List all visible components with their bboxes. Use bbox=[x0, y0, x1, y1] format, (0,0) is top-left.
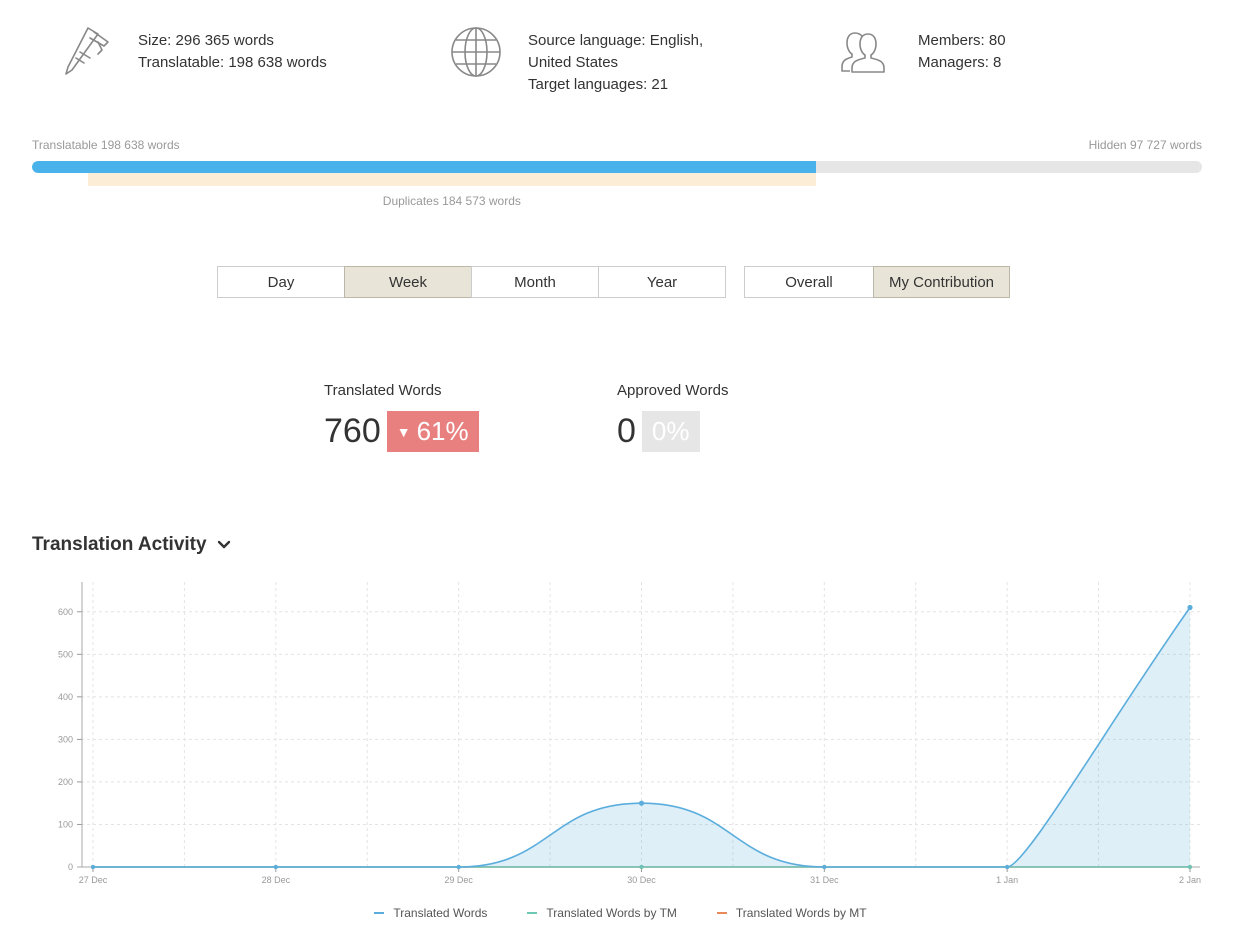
section-title: Translation Activity bbox=[32, 534, 207, 555]
activity-chart: 0 100 200 300 400 500 600 27 Dec 28 Dec 29 Dec 30 … bbox=[58, 582, 1201, 885]
progress-fill bbox=[32, 161, 817, 173]
change-percent: 61% bbox=[416, 416, 469, 446]
x-tick-label: 31 Dec bbox=[810, 875, 839, 885]
legend-swatch bbox=[716, 912, 727, 914]
data-point bbox=[1005, 865, 1010, 869]
tab-week[interactable]: Week bbox=[344, 266, 472, 298]
change-badge: 0% bbox=[641, 411, 700, 452]
data-point bbox=[638, 800, 645, 806]
chevron-down-icon[interactable] bbox=[217, 538, 231, 552]
x-tick-label: 27 Dec bbox=[79, 875, 108, 885]
x-tick-label: 29 Dec bbox=[444, 875, 473, 885]
translatable-label: Translatable 198 638 words bbox=[32, 138, 180, 152]
scope-selector: Overall My Contribution bbox=[744, 266, 1010, 298]
y-tick-label: 100 bbox=[58, 819, 73, 829]
stat-language: Source language: English, United States … bbox=[448, 24, 748, 96]
duplicates-bar bbox=[87, 173, 817, 186]
chart-legend: Translated Words Translated Words by TM … bbox=[0, 906, 1241, 920]
target-languages-text: Target languages: 21 bbox=[528, 76, 669, 93]
change-percent: 0% bbox=[651, 416, 690, 446]
users-icon bbox=[841, 32, 885, 73]
stat-size: Size: 296 365 words Translatable: 198 63… bbox=[58, 24, 327, 80]
y-tick-label: 400 bbox=[58, 692, 73, 702]
x-tick-label: 30 Dec bbox=[627, 875, 656, 885]
data-point bbox=[273, 865, 278, 869]
x-tick-label: 2 Jan bbox=[1179, 875, 1201, 885]
legend-item-translated-by-tm[interactable]: Translated Words by TM bbox=[527, 906, 677, 920]
members-text: Members: 80 bbox=[918, 32, 1006, 49]
metric-value: 0 bbox=[617, 412, 636, 450]
size-text: Size: 296 365 words bbox=[138, 32, 274, 49]
tab-overall[interactable]: Overall bbox=[744, 266, 874, 298]
tab-year[interactable]: Year bbox=[598, 266, 726, 298]
y-tick-label: 0 bbox=[68, 862, 73, 872]
legend-item-translated-by-mt[interactable]: Translated Words by MT bbox=[716, 906, 867, 920]
triangle-down-icon: ▼ bbox=[396, 423, 411, 440]
data-point bbox=[456, 865, 461, 869]
source-language-text: Source language: English, United States bbox=[528, 32, 704, 71]
metric-translated-words: Translated Words 760 ▼ 61% bbox=[324, 382, 479, 452]
caliper-icon bbox=[65, 27, 109, 75]
tab-month[interactable]: Month bbox=[471, 266, 599, 298]
x-tick-label: 28 Dec bbox=[262, 875, 291, 885]
data-point bbox=[1187, 604, 1193, 611]
tab-my-contribution[interactable]: My Contribution bbox=[873, 266, 1010, 298]
y-tick-label: 200 bbox=[58, 777, 73, 787]
y-tick-label: 500 bbox=[58, 649, 73, 659]
x-tick-label: 1 Jan bbox=[996, 875, 1018, 885]
metric-approved-words: Approved Words 0 0% bbox=[617, 382, 728, 452]
legend-item-translated-words[interactable]: Translated Words bbox=[374, 906, 487, 920]
progress-labels: Translatable 198 638 words Hidden 97 727… bbox=[32, 138, 1202, 152]
hidden-label: Hidden 97 727 words bbox=[1088, 138, 1202, 152]
y-tick-label: 600 bbox=[58, 607, 73, 617]
legend-swatch bbox=[374, 912, 385, 914]
tab-day[interactable]: Day bbox=[217, 266, 345, 298]
stat-members: Members: 80 Managers: 8 bbox=[838, 24, 1006, 80]
metric-label: Translated Words bbox=[324, 382, 442, 399]
legend-label: Translated Words by TM bbox=[546, 906, 677, 920]
period-selector: Day Week Month Year bbox=[217, 266, 726, 298]
y-tick-label: 300 bbox=[58, 734, 73, 744]
translation-activity-header[interactable]: Translation Activity bbox=[32, 534, 231, 556]
translatable-text: Translatable: 198 638 words bbox=[138, 54, 327, 71]
globe-icon bbox=[451, 27, 501, 77]
data-point bbox=[822, 865, 827, 869]
legend-label: Translated Words by MT bbox=[735, 906, 867, 920]
data-point bbox=[91, 865, 95, 869]
progress-bar bbox=[32, 161, 1202, 173]
managers-text: Managers: 8 bbox=[918, 54, 1002, 71]
metric-label: Approved Words bbox=[617, 382, 729, 399]
legend-label: Translated Words bbox=[393, 906, 488, 920]
series-area-translated-words bbox=[93, 607, 1190, 867]
duplicates-label: Duplicates 184 573 words bbox=[382, 194, 521, 208]
metric-value: 760 bbox=[324, 412, 381, 450]
legend-swatch bbox=[527, 912, 538, 914]
change-badge: ▼ 61% bbox=[386, 411, 479, 452]
